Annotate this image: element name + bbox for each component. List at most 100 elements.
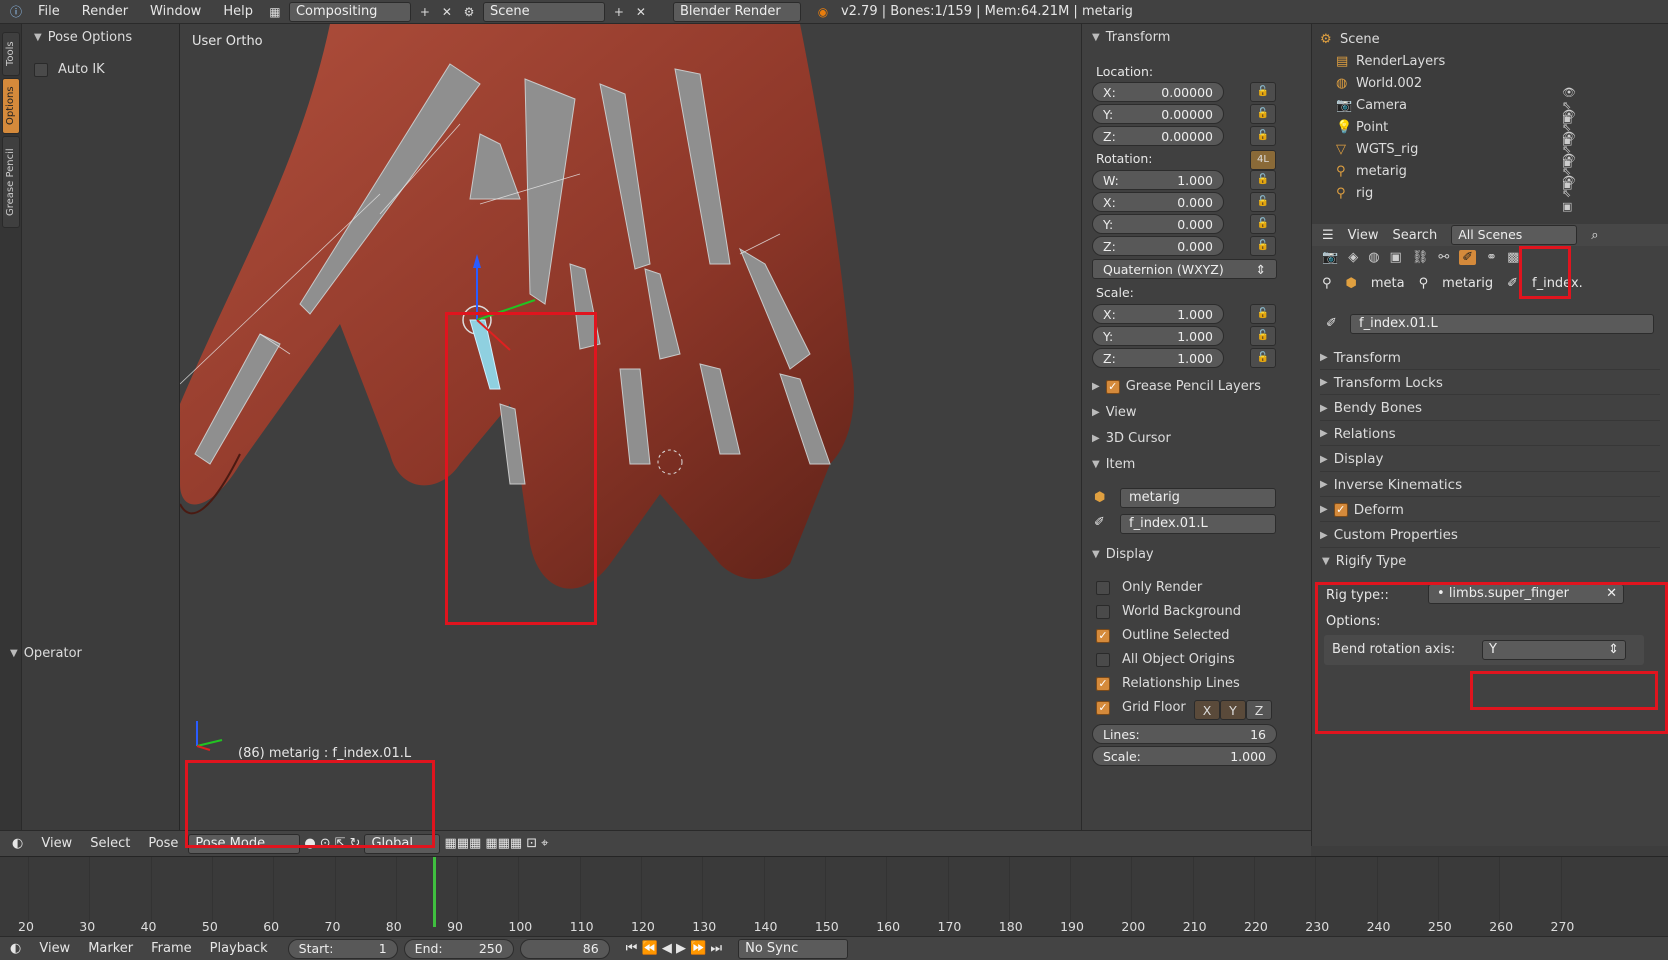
- manipulator-icon[interactable]: ⇱: [335, 836, 346, 851]
- pose-menu[interactable]: Pose: [148, 836, 178, 851]
- tab-grease-pencil[interactable]: Grease Pencil: [2, 136, 20, 228]
- search-icon[interactable]: ⌕: [1591, 228, 1598, 243]
- outliner-view-menu[interactable]: View: [1348, 228, 1379, 243]
- snap-icon[interactable]: ⌖: [541, 836, 548, 851]
- playback-controls-icon[interactable]: ⏮ ⏪ ◀ ▶ ⏩ ⏭: [626, 941, 722, 956]
- pose-options-header[interactable]: ▼ Pose Options: [34, 30, 132, 45]
- scene-tab-icon[interactable]: ◈: [1348, 250, 1358, 265]
- bone-name-field[interactable]: f_index.01.L: [1120, 514, 1276, 534]
- add-scene-icon[interactable]: +: [611, 4, 627, 20]
- lock-icon[interactable]: 🔓: [1250, 126, 1276, 146]
- menu-help[interactable]: Help: [215, 4, 261, 19]
- panel-header-4[interactable]: ▶ Display: [1320, 448, 1660, 472]
- texture-tab-icon[interactable]: ▩: [1507, 250, 1519, 265]
- grid-axis-x[interactable]: X: [1194, 700, 1220, 720]
- auto-ik-checkbox[interactable]: Auto IK: [34, 62, 105, 77]
- lock-icon[interactable]: 🔓: [1250, 170, 1276, 190]
- sync-select[interactable]: No Sync: [738, 938, 849, 959]
- display-option-3[interactable]: All Object Origins: [1096, 652, 1235, 667]
- outliner-item[interactable]: ⚙ Scene: [1320, 28, 1380, 50]
- outliner-item[interactable]: 💡 Point 👁 ⇖ ▣: [1336, 108, 1576, 147]
- lock-icon[interactable]: 🔓: [1250, 192, 1276, 212]
- display-header[interactable]: ▼ Display: [1092, 547, 1321, 562]
- rotation-field-1[interactable]: X: 0.000: [1092, 192, 1224, 212]
- timeline[interactable]: 20 30 40 50 60 70 80 90 100 110 120 130 140 150 160 170…: [0, 856, 1668, 936]
- breadcrumb-bone[interactable]: f_index.: [1532, 276, 1583, 291]
- grease-pencil-layers-header[interactable]: ▶ ✓ Grease Pencil Layers: [1092, 379, 1321, 394]
- display-mode-select[interactable]: All Scenes: [1451, 225, 1578, 245]
- location-field-2[interactable]: Z: 0.00000: [1092, 126, 1224, 146]
- scale-field-0[interactable]: X: 1.000: [1092, 304, 1224, 324]
- panel-header-3[interactable]: ▶ Relations: [1320, 422, 1660, 447]
- display-option-5[interactable]: ✓ Grid Floor: [1096, 700, 1186, 715]
- display-option-1[interactable]: World Background: [1096, 604, 1241, 619]
- menu-render[interactable]: Render: [74, 4, 136, 19]
- bone-tab-icon[interactable]: ✐: [1459, 249, 1477, 265]
- transform-header[interactable]: ▼ Transform: [1092, 30, 1321, 45]
- close-icon[interactable]: ✕: [439, 4, 455, 20]
- panel-header-7[interactable]: ▶ Custom Properties: [1320, 524, 1660, 548]
- rotation-field-2[interactable]: Y: 0.000: [1092, 214, 1224, 234]
- panel-header-1[interactable]: ▶ Transform Locks: [1320, 371, 1660, 396]
- orientation-select[interactable]: Global: [364, 833, 441, 854]
- lock-icon[interactable]: 🔓: [1250, 326, 1276, 346]
- view-header[interactable]: ▶ View: [1092, 405, 1321, 420]
- object-name-field[interactable]: metarig: [1120, 488, 1276, 508]
- start-frame-field[interactable]: Start: 1: [287, 938, 398, 959]
- info-icon[interactable]: ⓘ: [8, 4, 24, 20]
- rotation-lock-4l[interactable]: 4L: [1250, 150, 1276, 170]
- panel-header-0[interactable]: ▶ Transform: [1320, 346, 1660, 370]
- display-option-4[interactable]: ✓ Relationship Lines: [1096, 676, 1240, 691]
- grid-lines-field[interactable]: Lines: 16: [1092, 724, 1277, 744]
- scene-selector[interactable]: Scene: [482, 1, 605, 22]
- lock-icon[interactable]: 🔓: [1250, 104, 1276, 124]
- rotation-mode-select[interactable]: Quaternion (WXYZ) ⇕: [1092, 259, 1277, 279]
- marker-menu[interactable]: Marker: [88, 941, 133, 956]
- lock-icon[interactable]: ⊡: [526, 836, 537, 851]
- menu-file[interactable]: File: [30, 4, 68, 19]
- rotation-field-3[interactable]: Z: 0.000: [1092, 236, 1224, 256]
- rotate-icon[interactable]: ↻: [350, 836, 361, 851]
- view-menu[interactable]: View: [41, 836, 72, 851]
- world-tab-icon[interactable]: ◍: [1368, 250, 1379, 265]
- current-frame-field[interactable]: 86: [519, 938, 610, 959]
- rigify-type-header[interactable]: ▼ Rigify Type: [1322, 554, 1406, 569]
- layout-grid-icon[interactable]: ▦: [267, 4, 283, 20]
- mode-select[interactable]: Pose Mode: [188, 833, 301, 854]
- 3d-cursor-header[interactable]: ▶ 3D Cursor: [1092, 431, 1321, 446]
- object-tab-icon[interactable]: ▣: [1390, 250, 1402, 265]
- panel-header-6[interactable]: ▶ ✓ Deform: [1320, 498, 1660, 523]
- grid-axis-z[interactable]: Z: [1246, 700, 1272, 720]
- scale-field-2[interactable]: Z: 1.000: [1092, 348, 1224, 368]
- data-tab-icon[interactable]: ⚯: [1438, 250, 1449, 265]
- outliner-item[interactable]: ▤ RenderLayers: [1336, 50, 1445, 72]
- panel-header-2[interactable]: ▶ Bendy Bones: [1320, 397, 1660, 421]
- bone-name-input[interactable]: f_index.01.L: [1350, 314, 1654, 334]
- bone-constraints-tab-icon[interactable]: ⚭: [1486, 250, 1497, 265]
- menu-window[interactable]: Window: [142, 4, 209, 19]
- outliner-item[interactable]: ▽ WGTS_rig 👁 ⇖ ▣: [1336, 130, 1576, 169]
- breadcrumb-object[interactable]: meta: [1371, 276, 1405, 291]
- location-field-0[interactable]: X: 0.00000: [1092, 82, 1224, 102]
- remove-scene-icon[interactable]: ✕: [633, 4, 649, 20]
- location-field-1[interactable]: Y: 0.00000: [1092, 104, 1224, 124]
- editor-type-icon[interactable]: ☰: [1322, 228, 1334, 243]
- shading-icon[interactable]: ●: [304, 836, 315, 851]
- layers-icon[interactable]: ▦▦▦: [444, 836, 481, 851]
- rig-type-field[interactable]: • limbs.super_finger ✕: [1428, 584, 1624, 604]
- lock-icon[interactable]: 🔓: [1250, 304, 1276, 324]
- bend-axis-select[interactable]: Y ⇕: [1482, 640, 1626, 660]
- checkbox-icon[interactable]: ✓: [1105, 379, 1120, 394]
- render-tab-icon[interactable]: 📷: [1322, 250, 1338, 265]
- checkbox-icon[interactable]: ✓: [1333, 502, 1348, 517]
- render-engine-selector[interactable]: Blender Render: [672, 1, 801, 22]
- add-icon[interactable]: +: [417, 4, 433, 20]
- operator-header[interactable]: ▼ Operator: [10, 646, 82, 661]
- lock-icon[interactable]: 🔓: [1250, 348, 1276, 368]
- select-menu[interactable]: Select: [90, 836, 130, 851]
- lock-icon[interactable]: 🔓: [1250, 214, 1276, 234]
- outliner-item[interactable]: ⚲ metarig 👁 ⇖ ▣: [1336, 152, 1576, 191]
- panel-header-5[interactable]: ▶ Inverse Kinematics: [1320, 473, 1660, 497]
- lock-icon[interactable]: 🔓: [1250, 236, 1276, 256]
- pin-icon[interactable]: ⚲: [1322, 276, 1332, 291]
